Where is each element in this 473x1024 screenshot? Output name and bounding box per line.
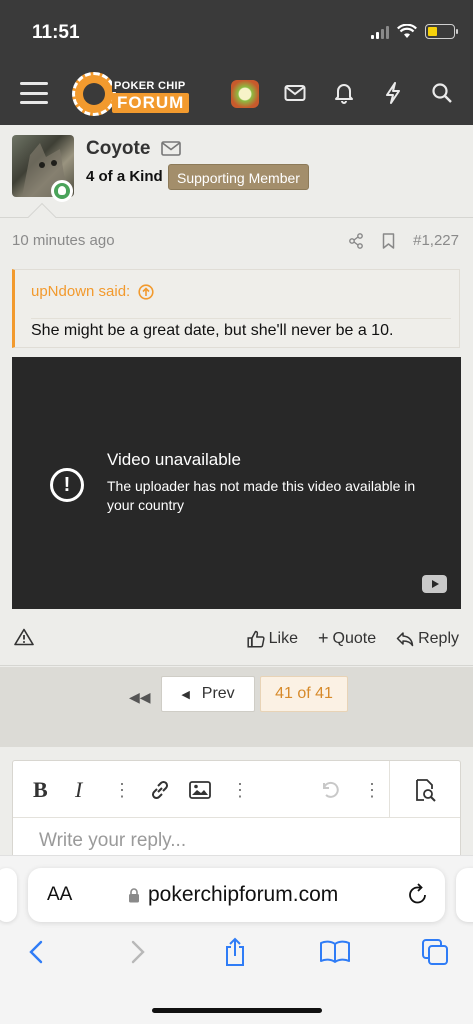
logo-text-bottom: FORUM bbox=[112, 93, 190, 113]
logo-text-top: POKER CHIP bbox=[112, 80, 188, 92]
image-icon[interactable] bbox=[189, 777, 211, 803]
reply-label: Reply bbox=[418, 629, 459, 647]
site-logo[interactable]: POKER CHIP FORUM bbox=[72, 72, 198, 116]
more-options-icon[interactable]: ⋮ bbox=[113, 777, 131, 803]
bookmarks-icon[interactable] bbox=[317, 934, 353, 970]
quote-text: She might be a great date, but she'll ne… bbox=[31, 318, 451, 349]
thumbs-up-icon bbox=[247, 630, 265, 648]
reload-icon[interactable] bbox=[407, 882, 429, 911]
more-options-icon[interactable]: ⋮ bbox=[363, 777, 381, 803]
editor-toolbar: B I ⋮ ⋮ ⋮ bbox=[13, 761, 460, 818]
alert-circle-icon: ! bbox=[50, 468, 84, 502]
toolbar-divider bbox=[389, 761, 390, 818]
tabs-icon[interactable] bbox=[417, 934, 453, 970]
back-icon[interactable] bbox=[18, 934, 54, 970]
nav-bar: POKER CHIP FORUM bbox=[0, 68, 473, 120]
inbox-icon[interactable] bbox=[282, 80, 308, 106]
bookmark-icon[interactable] bbox=[382, 232, 395, 249]
like-label: Like bbox=[268, 629, 298, 647]
address-bar[interactable]: AA pokerchipforum.com bbox=[28, 868, 445, 922]
more-options-icon[interactable]: ⋮ bbox=[231, 777, 249, 803]
plus-icon: + bbox=[317, 628, 329, 648]
logo-chip-icon bbox=[72, 72, 116, 116]
browser-toolbar bbox=[0, 934, 473, 978]
status-time: 11:51 bbox=[32, 22, 80, 43]
previous-tab[interactable] bbox=[0, 868, 17, 922]
reader-settings-button[interactable]: AA bbox=[47, 884, 72, 906]
post-time[interactable]: 10 minutes ago bbox=[12, 232, 115, 249]
undo-icon[interactable] bbox=[319, 777, 341, 803]
message-user-icon[interactable] bbox=[161, 141, 181, 161]
home-indicator bbox=[152, 1008, 322, 1013]
quote-source[interactable]: upNdown said: bbox=[31, 283, 154, 300]
prev-page-button[interactable]: ◀ Prev bbox=[161, 676, 255, 712]
first-page-icon[interactable]: ◀◀ bbox=[129, 689, 151, 706]
post-actions: Like + Quote Reply bbox=[0, 618, 473, 666]
youtube-icon[interactable] bbox=[422, 575, 447, 593]
app-header: 11:51 POKER CHIP FORUM bbox=[0, 0, 473, 125]
link-icon[interactable] bbox=[149, 777, 171, 803]
aa-label: AA bbox=[47, 884, 73, 905]
reply-button[interactable]: Reply bbox=[396, 628, 459, 649]
wifi-icon bbox=[397, 24, 417, 38]
bell-icon[interactable] bbox=[331, 80, 357, 106]
post-number[interactable]: #1,227 bbox=[413, 232, 459, 249]
bold-icon[interactable]: B bbox=[33, 777, 48, 803]
quote-author: upNdown said: bbox=[31, 283, 131, 300]
menu-icon[interactable] bbox=[20, 82, 48, 104]
share-icon[interactable] bbox=[217, 934, 253, 970]
arrow-up-circle-icon[interactable] bbox=[138, 283, 154, 300]
quote-block: upNdown said: She might be a great date,… bbox=[12, 269, 460, 348]
video-error-title: Video unavailable bbox=[107, 450, 241, 469]
lock-icon bbox=[129, 887, 139, 902]
url-text: pokerchipforum.com bbox=[148, 883, 339, 906]
share-icon[interactable] bbox=[348, 232, 364, 249]
browser-chrome: AA pokerchipforum.com bbox=[0, 855, 473, 1024]
reply-input[interactable]: Write your reply... bbox=[39, 830, 186, 852]
italic-icon[interactable]: I bbox=[75, 777, 82, 803]
pagination: ◀◀ ◀ Prev 41 of 41 bbox=[0, 667, 473, 747]
reply-icon bbox=[396, 631, 414, 646]
post-meta-actions: #1,227 bbox=[348, 232, 459, 249]
lightning-icon[interactable] bbox=[380, 80, 406, 106]
prev-label: Prev bbox=[201, 685, 235, 702]
current-page[interactable]: 41 of 41 bbox=[260, 676, 348, 712]
cellular-signal-icon bbox=[371, 25, 389, 39]
online-status-icon bbox=[51, 180, 73, 202]
report-icon[interactable] bbox=[14, 628, 34, 651]
like-button[interactable]: Like bbox=[247, 628, 298, 649]
user-avatar[interactable] bbox=[231, 80, 259, 108]
caret-left-icon: ◀ bbox=[181, 688, 190, 701]
quote-label: Quote bbox=[332, 629, 377, 647]
author-title: 4 of a Kind bbox=[86, 168, 163, 185]
preview-icon[interactable] bbox=[413, 777, 437, 803]
post-author-block: Coyote 4 of a Kind Supporting Member bbox=[0, 125, 473, 218]
video-error-message: The uploader has not made this video ava… bbox=[107, 478, 416, 513]
forward-icon[interactable] bbox=[120, 934, 156, 970]
quote-button[interactable]: + Quote bbox=[318, 628, 376, 649]
next-tab[interactable] bbox=[456, 868, 473, 922]
video-embed[interactable]: ! Video unavailable The uploader has not… bbox=[12, 357, 461, 609]
search-icon[interactable] bbox=[429, 80, 455, 106]
url-display[interactable]: pokerchipforum.com bbox=[128, 883, 338, 907]
author-username[interactable]: Coyote bbox=[86, 138, 150, 160]
member-badge: Supporting Member bbox=[168, 164, 309, 190]
status-icons bbox=[371, 24, 458, 39]
battery-icon bbox=[425, 24, 458, 39]
reply-editor: B I ⋮ ⋮ ⋮ Write your reply... bbox=[12, 760, 461, 870]
